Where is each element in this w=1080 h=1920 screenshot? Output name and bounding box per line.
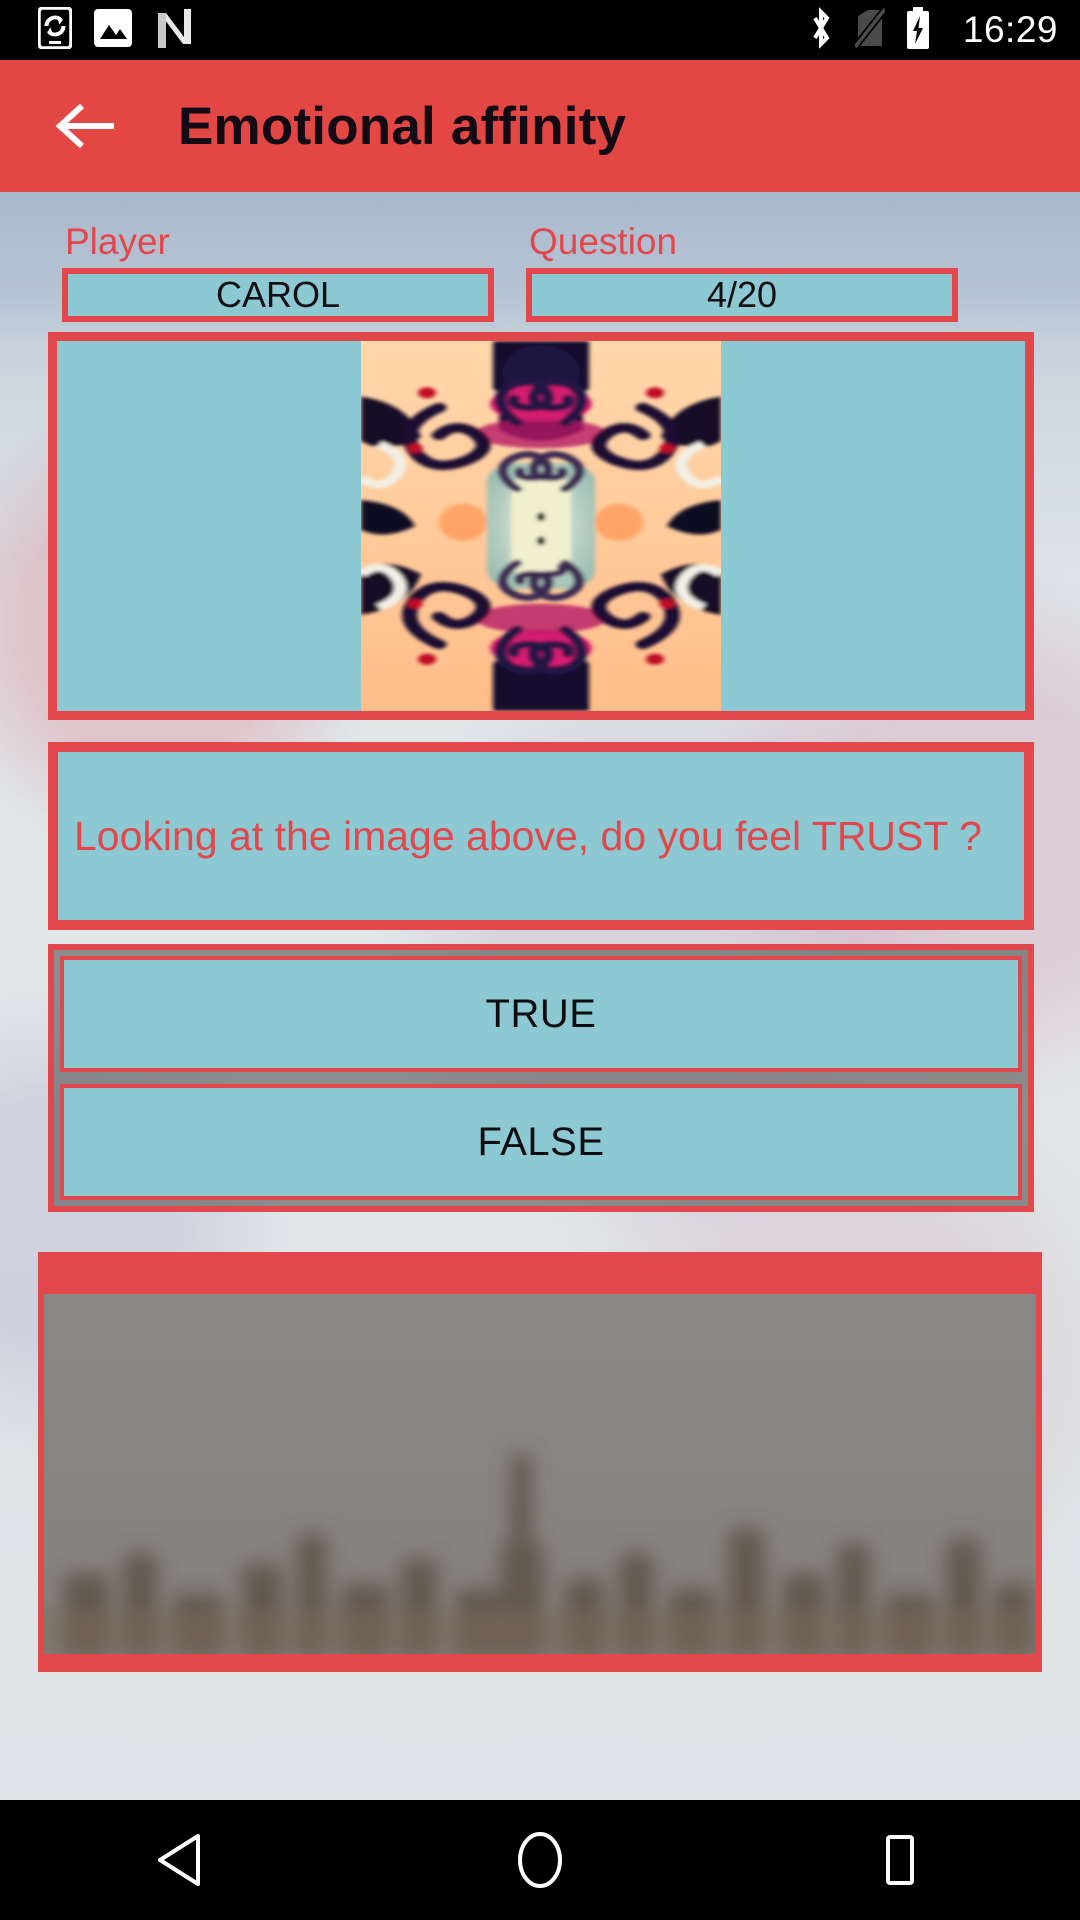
bluetooth-icon <box>807 6 835 54</box>
question-inner: Looking at the image above, do you feel … <box>58 752 1024 920</box>
nav-recents-button[interactable] <box>825 1800 975 1920</box>
question-card: Looking at the image above, do you feel … <box>48 742 1034 930</box>
answer-true-button[interactable]: TRUE <box>60 956 1022 1072</box>
skyline-icon <box>44 1454 1036 1654</box>
player-label: Player <box>65 221 170 262</box>
player-field-group: Player CAROL <box>62 222 494 322</box>
nav-home-icon <box>518 1832 562 1888</box>
stimulus-card <box>48 332 1034 720</box>
symmetric-kaleidoscope-pattern-icon[interactable] <box>361 341 721 711</box>
question-field-group: Question 4/20 <box>526 222 958 322</box>
app-bar: Emotional affinity <box>0 60 1080 192</box>
next-image-card-header <box>44 1258 1036 1294</box>
content-area: Player CAROL Question 4/20 Looking at th… <box>0 192 1080 1800</box>
question-prompt-text: Looking at the image above, do you feel … <box>74 813 982 859</box>
answer-options-group: TRUE FALSE <box>48 944 1034 1212</box>
photo-icon <box>94 8 132 52</box>
battery-charging-icon <box>905 6 931 54</box>
question-label: Question <box>529 221 678 262</box>
nav-recents-icon <box>886 1835 914 1885</box>
page-title: Emotional affinity <box>178 96 627 156</box>
status-bar-clock: 16:29 <box>962 9 1058 50</box>
info-fields-row: Player CAROL Question 4/20 <box>0 222 1080 322</box>
player-field[interactable]: CAROL <box>62 268 494 322</box>
stimulus-inner <box>57 341 1025 711</box>
nav-back-button[interactable] <box>105 1800 255 1920</box>
phone-screen: 16:29 Emotional affinity Player CAROL Qu… <box>0 0 1080 1920</box>
question-field[interactable]: 4/20 <box>526 268 958 322</box>
android-nougat-icon <box>154 7 194 54</box>
back-button[interactable] <box>36 76 136 176</box>
nav-back-icon <box>158 1834 200 1886</box>
next-image-card[interactable] <box>38 1252 1042 1672</box>
navigation-bar <box>0 1800 1080 1920</box>
no-sim-icon <box>852 6 888 54</box>
status-bar-left-icons <box>37 5 194 54</box>
cityscape-photo <box>44 1294 1036 1654</box>
status-bar-right-icons: 16:29 <box>807 6 1058 54</box>
answer-false-button[interactable]: FALSE <box>60 1084 1022 1200</box>
player-value[interactable]: CAROL <box>68 274 488 316</box>
nav-home-button[interactable] <box>465 1800 615 1920</box>
back-arrow-icon <box>55 103 114 149</box>
phone-sync-icon <box>37 5 73 54</box>
status-bar: 16:29 <box>0 0 1080 60</box>
question-counter-value[interactable]: 4/20 <box>532 274 952 316</box>
